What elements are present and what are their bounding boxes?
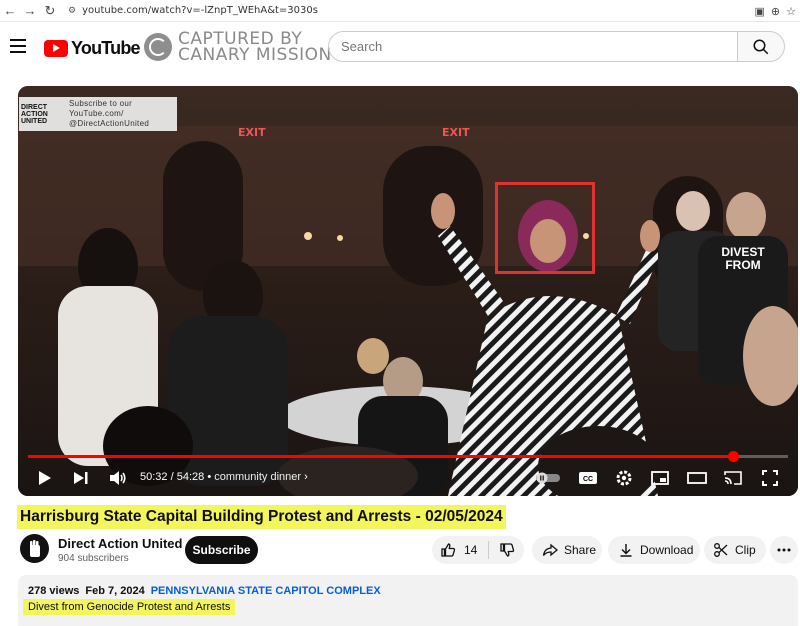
captions-button[interactable]: CC xyxy=(576,466,600,490)
time-display: 50:32 / 54:28 • community dinner › xyxy=(140,471,308,483)
chapter-chevron-icon[interactable]: › xyxy=(304,471,308,483)
channel-watermark[interactable]: DIRECT ACTION UNITED Subscribe to our Yo… xyxy=(19,97,177,131)
dislike-button[interactable] xyxy=(489,542,515,558)
cast-button[interactable] xyxy=(721,466,745,490)
search-input[interactable]: Search xyxy=(328,31,738,62)
like-dislike-group: 14 xyxy=(432,536,524,564)
download-button[interactable]: Download xyxy=(608,536,700,564)
cast-icon xyxy=(724,471,742,485)
bookmark-star-icon[interactable]: ☆ xyxy=(786,5,796,18)
chapter-title[interactable]: community dinner xyxy=(214,471,301,483)
view-count: 278 views xyxy=(28,585,80,597)
gear-icon xyxy=(616,470,632,486)
canary-mission-logo xyxy=(144,33,172,61)
shirt-text: DIVEST FROM xyxy=(721,245,765,272)
hamburger-menu-icon[interactable] xyxy=(10,39,26,53)
play-icon xyxy=(39,471,51,485)
youtube-logo-text: YouTube xyxy=(71,38,141,58)
clip-button[interactable]: Clip xyxy=(704,536,766,564)
address-bar-url: youtube.com/watch?v=-lZnpT_WEhA&t=3030s xyxy=(82,5,318,16)
like-button[interactable]: 14 xyxy=(432,542,488,558)
current-time: 50:32 xyxy=(140,471,168,483)
share-icon xyxy=(542,543,558,557)
browser-toolbar: ← → ↻ ⚙ youtube.com/watch?v=-lZnpT_WEhA&… xyxy=(0,0,800,22)
description-text: Divest from Genocide Protest and Arrests xyxy=(23,599,236,615)
video-player[interactable]: DIRECT ACTION UNITED Subscribe to our Yo… xyxy=(18,86,798,496)
player-controls: 50:32 / 54:28 • community dinner › CC xyxy=(18,460,798,496)
watermark-line2: CANARY MISSION xyxy=(178,45,332,65)
site-info-icon[interactable]: ⚙ xyxy=(68,6,76,16)
reload-icon[interactable]: ↻ xyxy=(40,0,60,22)
search-placeholder: Search xyxy=(341,39,383,54)
subscriber-count: 904 subscribers xyxy=(58,553,129,564)
description-box[interactable]: 278 views Feb 7, 2024 PENNSYLVANIA STATE… xyxy=(18,575,798,626)
back-icon[interactable]: ← xyxy=(0,0,20,22)
highlight-box xyxy=(495,182,595,274)
youtube-logo[interactable]: YouTube xyxy=(44,38,141,59)
share-label: Share xyxy=(564,543,597,557)
youtube-play-icon xyxy=(44,40,68,57)
exit-sign: EXIT xyxy=(238,126,266,139)
captions-icon: CC xyxy=(579,472,597,484)
next-icon xyxy=(74,472,88,484)
theater-mode-icon xyxy=(687,472,707,484)
thumbs-up-icon xyxy=(441,543,456,557)
video-title: Harrisburg State Capital Building Protes… xyxy=(17,505,506,529)
canary-mission-watermark: CAPTURED BY CANARY MISSION xyxy=(144,31,332,65)
settings-button[interactable] xyxy=(612,466,636,490)
progress-bar[interactable] xyxy=(28,451,788,462)
subscribe-button[interactable]: Subscribe xyxy=(185,536,258,564)
channel-watermark-line3: @DirectActionUnited xyxy=(69,119,150,128)
theater-mode-button[interactable] xyxy=(684,466,710,490)
forward-icon[interactable]: → xyxy=(20,0,40,22)
autoplay-toggle[interactable] xyxy=(535,466,561,490)
miniplayer-icon xyxy=(651,471,669,485)
autoplay-toggle-icon xyxy=(536,472,560,484)
next-button[interactable] xyxy=(70,466,92,490)
like-count: 14 xyxy=(464,543,478,557)
cast-tab-icon[interactable]: ▣ xyxy=(755,5,765,18)
search-icon xyxy=(753,39,769,54)
publish-date: Feb 7, 2024 xyxy=(85,585,145,597)
svg-text:CC: CC xyxy=(583,476,593,483)
fullscreen-button[interactable] xyxy=(758,466,782,490)
scissors-icon xyxy=(714,543,728,557)
search-button[interactable] xyxy=(737,31,785,62)
fullscreen-icon xyxy=(762,470,778,486)
channel-avatar[interactable] xyxy=(20,534,49,563)
direct-action-united-logo: DIRECT ACTION UNITED xyxy=(19,99,69,129)
duration: 54:28 xyxy=(176,471,205,483)
channel-name[interactable]: Direct Action United xyxy=(58,536,182,551)
thumbs-down-icon xyxy=(500,543,515,557)
play-button[interactable] xyxy=(34,466,56,490)
download-label: Download xyxy=(640,543,694,557)
channel-watermark-line1: Subscribe to our xyxy=(69,99,133,108)
video-frame xyxy=(18,86,798,496)
zoom-icon[interactable]: ⊕ xyxy=(771,5,780,18)
miniplayer-button[interactable] xyxy=(648,466,672,490)
more-actions-button[interactable] xyxy=(770,536,798,564)
channel-watermark-logo-text: DIRECT ACTION UNITED xyxy=(21,103,48,125)
channel-watermark-line2: YouTube.com/ xyxy=(69,109,124,118)
share-button[interactable]: Share xyxy=(532,536,602,564)
volume-button[interactable] xyxy=(106,466,130,490)
location-link[interactable]: PENNSYLVANIA STATE CAPITOL COMPLEX xyxy=(151,585,381,597)
more-horizontal-icon xyxy=(777,548,791,552)
clip-label: Clip xyxy=(735,543,756,557)
address-bar[interactable]: ⚙ youtube.com/watch?v=-lZnpT_WEhA&t=3030… xyxy=(68,5,318,16)
raised-fist-icon xyxy=(29,539,40,557)
download-icon xyxy=(620,544,632,557)
volume-icon xyxy=(110,471,126,485)
progress-fill xyxy=(28,455,734,458)
youtube-header: YouTube CAPTURED BY CANARY MISSION Searc… xyxy=(0,22,800,74)
exit-sign: EXIT xyxy=(442,126,470,139)
